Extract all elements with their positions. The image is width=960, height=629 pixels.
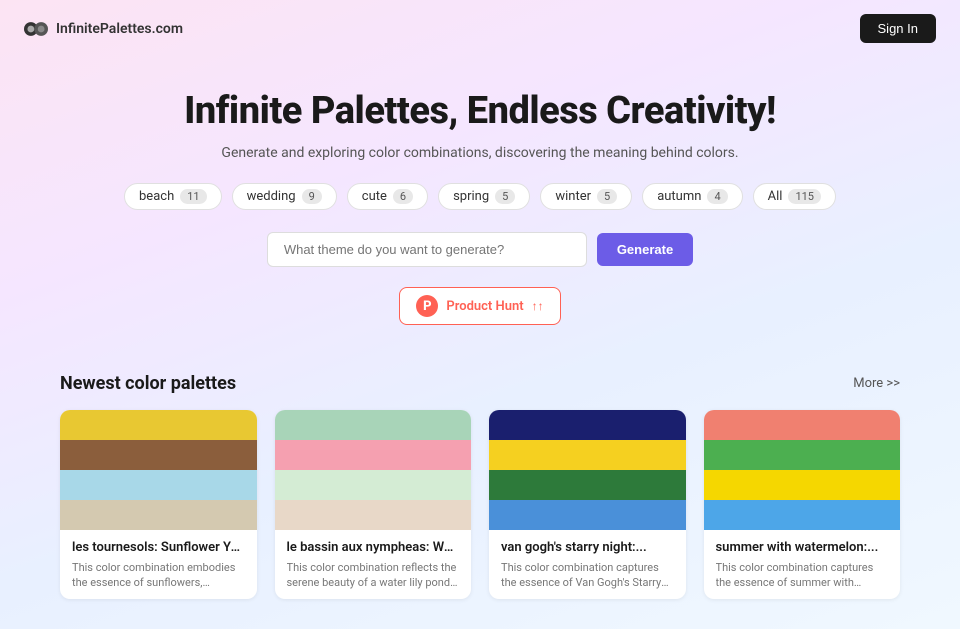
palette-description: This color combination embodies the esse…	[72, 560, 245, 591]
search-row: Generate	[20, 232, 940, 267]
palettes-header: Newest color palettes More >>	[60, 373, 900, 394]
product-hunt-icon: P	[416, 295, 438, 317]
tag-item[interactable]: cute 6	[347, 183, 428, 210]
tag-count: 4	[707, 189, 727, 204]
hero-section: Infinite Palettes, Endless Creativity! G…	[0, 57, 960, 373]
palette-name: summer with watermelon:...	[716, 540, 889, 555]
color-swatch	[704, 500, 901, 530]
color-swatch	[489, 440, 686, 470]
tag-item[interactable]: spring 5	[438, 183, 530, 210]
palette-card[interactable]: summer with watermelon:... This color co…	[704, 410, 901, 599]
palette-name: van gogh's starry night:...	[501, 540, 674, 555]
header: InfinitePalettes.com Sign In	[0, 0, 960, 57]
tag-label: cute	[362, 189, 387, 204]
tag-label: autumn	[657, 189, 701, 204]
logo[interactable]: InfinitePalettes.com	[24, 21, 183, 37]
tag-list: beach 11 wedding 9 cute 6 spring 5 winter 5 autumn…	[20, 183, 940, 210]
color-swatch	[60, 500, 257, 530]
palette-card[interactable]: les tournesols: Sunflower Yello... This …	[60, 410, 257, 599]
tag-item[interactable]: winter 5	[540, 183, 632, 210]
color-swatch	[275, 410, 472, 440]
color-swatch	[489, 410, 686, 440]
color-swatch	[60, 470, 257, 500]
palettes-section: Newest color palettes More >> les tourne…	[0, 373, 960, 629]
tag-count: 11	[180, 189, 206, 204]
tag-label: spring	[453, 189, 489, 204]
product-hunt-badge: P Product Hunt ↑↑	[20, 287, 940, 325]
logo-icon	[24, 22, 48, 36]
tag-item[interactable]: beach 11	[124, 183, 222, 210]
more-link[interactable]: More >>	[853, 376, 900, 391]
tag-label: winter	[555, 189, 591, 204]
tag-label: beach	[139, 189, 174, 204]
color-swatch	[60, 440, 257, 470]
tag-item[interactable]: All 115	[753, 183, 836, 210]
palette-name: les tournesols: Sunflower Yello...	[72, 540, 245, 555]
color-swatch	[60, 410, 257, 440]
tag-count: 6	[393, 189, 413, 204]
hero-subtitle: Generate and exploring color combination…	[20, 145, 940, 161]
tag-count: 9	[302, 189, 322, 204]
tag-item[interactable]: autumn 4	[642, 183, 742, 210]
palettes-grid: les tournesols: Sunflower Yello... This …	[60, 410, 900, 599]
tag-count: 5	[495, 189, 515, 204]
tag-item[interactable]: wedding 9	[232, 183, 337, 210]
sign-in-button[interactable]: Sign In	[860, 14, 936, 43]
color-swatch	[275, 500, 472, 530]
product-hunt-arrow: ↑↑	[532, 299, 544, 313]
palette-card[interactable]: van gogh's starry night:... This color c…	[489, 410, 686, 599]
palette-description: This color combination captures the esse…	[501, 560, 674, 591]
product-hunt-text: Product Hunt	[446, 299, 523, 314]
palettes-title: Newest color palettes	[60, 373, 236, 394]
logo-text: InfinitePalettes.com	[56, 21, 183, 37]
color-swatch	[489, 500, 686, 530]
color-swatch	[275, 470, 472, 500]
generate-button[interactable]: Generate	[597, 233, 693, 266]
hero-title: Infinite Palettes, Endless Creativity!	[20, 89, 940, 133]
theme-search-input[interactable]	[267, 232, 587, 267]
tag-label: wedding	[247, 189, 296, 204]
palette-description: This color combination captures the esse…	[716, 560, 889, 591]
palette-description: This color combination reflects the sere…	[287, 560, 460, 591]
palette-card[interactable]: le bassin aux nympheas: Water... This co…	[275, 410, 472, 599]
color-swatch	[704, 440, 901, 470]
tag-count: 115	[788, 189, 821, 204]
color-swatch	[489, 470, 686, 500]
tag-label: All	[768, 189, 783, 204]
tag-count: 5	[597, 189, 617, 204]
color-swatch	[704, 470, 901, 500]
palette-name: le bassin aux nympheas: Water...	[287, 540, 460, 555]
product-hunt-link[interactable]: P Product Hunt ↑↑	[399, 287, 560, 325]
color-swatch	[704, 410, 901, 440]
color-swatch	[275, 440, 472, 470]
